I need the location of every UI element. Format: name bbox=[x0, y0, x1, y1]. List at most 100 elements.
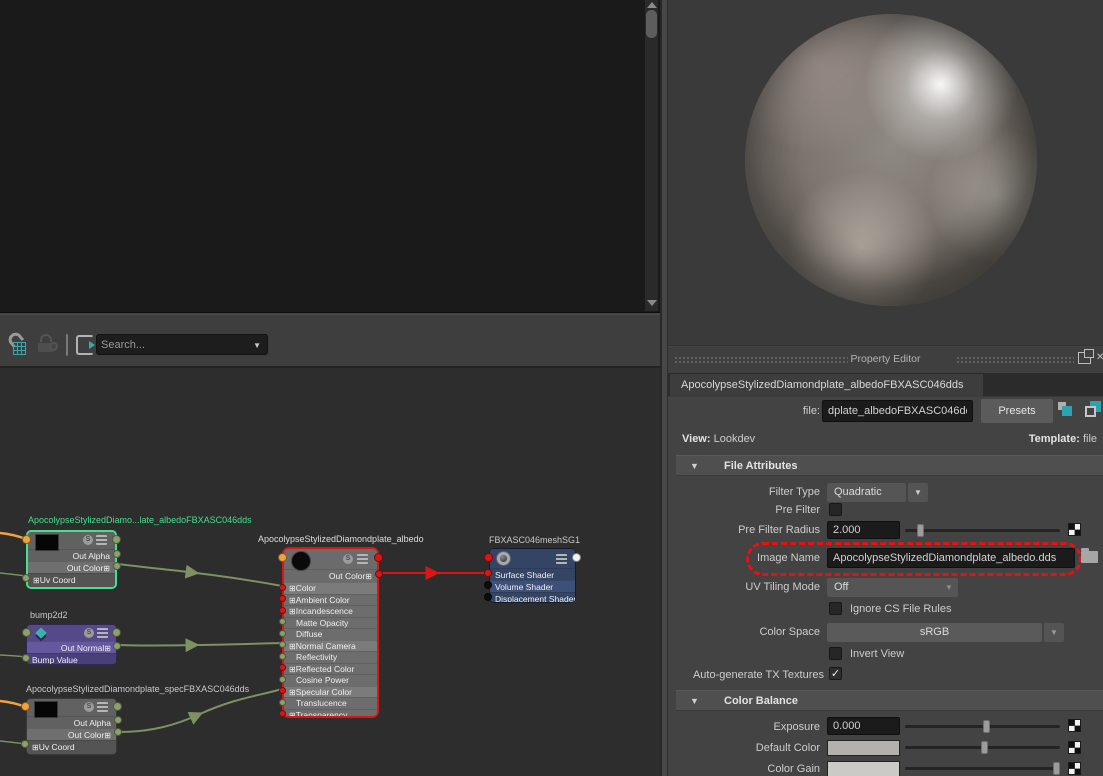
port-row-transparency[interactable]: ⊞Transparency bbox=[284, 709, 377, 717]
texture-map-icon[interactable] bbox=[1068, 762, 1081, 775]
port-dot[interactable] bbox=[572, 553, 581, 562]
port-dot[interactable] bbox=[22, 535, 31, 544]
port-dot[interactable] bbox=[279, 699, 286, 706]
close-icon[interactable]: ✕ bbox=[1096, 352, 1103, 363]
node-file-albedo[interactable]: S Out Alpha Out Color⊞ ⊞Uv Coord bbox=[26, 530, 117, 589]
port-dot[interactable] bbox=[279, 710, 286, 717]
image-name-field[interactable] bbox=[827, 548, 1075, 568]
port-dot[interactable] bbox=[113, 642, 121, 650]
node-file-spec[interactable]: S Out Alpha Out Color⊞ ⊞Uv Coord bbox=[26, 698, 117, 755]
port-dot[interactable] bbox=[22, 654, 30, 662]
port-dot[interactable] bbox=[114, 716, 122, 724]
port-dot[interactable] bbox=[21, 702, 30, 711]
presets-button[interactable]: Presets bbox=[981, 399, 1053, 423]
port-row-uv-coord[interactable]: ⊞Uv Coord bbox=[28, 573, 115, 587]
port-dot[interactable] bbox=[278, 553, 287, 562]
port-row-reflectivity[interactable]: Reflectivity bbox=[284, 651, 377, 663]
scroll-up-icon[interactable] bbox=[647, 2, 657, 8]
rearrange-graph-icon[interactable] bbox=[76, 335, 98, 357]
material-preview-view[interactable] bbox=[668, 0, 1103, 346]
port-dot[interactable] bbox=[279, 607, 286, 614]
port-dot[interactable] bbox=[279, 653, 286, 660]
color-gain-slider[interactable] bbox=[905, 767, 1060, 770]
port-dot[interactable] bbox=[113, 562, 121, 570]
port-dot[interactable] bbox=[279, 595, 286, 602]
port-row-reflected-color[interactable]: ⊞Reflected Color bbox=[284, 663, 377, 675]
viewport-scrollbar[interactable] bbox=[645, 0, 658, 311]
port-dot[interactable] bbox=[112, 535, 121, 544]
default-color-swatch[interactable] bbox=[827, 740, 900, 756]
search-field[interactable]: ▼ bbox=[96, 334, 268, 355]
port-dot[interactable] bbox=[22, 574, 30, 582]
node-shading-group[interactable]: Surface Shader Volume Shader Displacemen… bbox=[489, 548, 576, 603]
snap-to-grid-icon[interactable] bbox=[8, 335, 32, 359]
port-dot[interactable] bbox=[279, 618, 286, 625]
template-value[interactable]: file bbox=[1083, 433, 1097, 445]
node-bump2d2[interactable]: S Out Normal⊞ Bump Value bbox=[26, 624, 117, 665]
pre-filter-radius-field[interactable] bbox=[827, 521, 900, 539]
search-dropdown-icon[interactable]: ▼ bbox=[253, 341, 261, 350]
layered-squares-icon-large[interactable] bbox=[1085, 401, 1102, 418]
port-dot[interactable] bbox=[484, 569, 492, 577]
port-dot[interactable] bbox=[21, 740, 29, 748]
port-dot[interactable] bbox=[22, 628, 31, 637]
port-row-bump-value[interactable]: Bump Value bbox=[27, 653, 116, 664]
texture-map-icon[interactable] bbox=[1068, 523, 1081, 536]
filter-type-dropdown[interactable]: Quadratic bbox=[827, 483, 906, 502]
port-row-uv-coord[interactable]: ⊞Uv Coord bbox=[27, 740, 116, 754]
uv-tiling-dropdown[interactable]: Off bbox=[827, 578, 958, 597]
port-row-displacement-shader[interactable]: Displacement Shader bbox=[490, 592, 575, 602]
section-file-attributes[interactable]: ▼ File Attributes bbox=[676, 455, 1103, 476]
filter-type-arrow-icon[interactable]: ▼ bbox=[908, 483, 928, 502]
search-input[interactable] bbox=[101, 336, 239, 353]
node-name-field[interactable] bbox=[822, 400, 973, 422]
view-value[interactable]: Lookdev bbox=[714, 433, 756, 445]
uv-tiling-arrow-icon[interactable]: ▼ bbox=[940, 578, 958, 597]
port-row-incandescence[interactable]: ⊞Incandescence bbox=[284, 605, 377, 617]
layered-squares-icon-small[interactable] bbox=[1058, 402, 1074, 418]
port-dot[interactable] bbox=[112, 628, 121, 637]
node-editor-canvas[interactable]: ApocolypseStylizedDiamo...late_albedoFBX… bbox=[0, 366, 660, 776]
port-dot[interactable] bbox=[114, 728, 122, 736]
port-row-matte-opacity[interactable]: Matte Opacity bbox=[284, 617, 377, 629]
pre-filter-radius-slider[interactable] bbox=[905, 529, 1060, 532]
property-editor-titlebar[interactable]: Property Editor ✕ bbox=[668, 347, 1103, 373]
port-dot[interactable] bbox=[484, 553, 493, 562]
port-row-out-normal[interactable]: Out Normal⊞ bbox=[27, 641, 116, 653]
scrollbar-thumb[interactable] bbox=[646, 10, 657, 38]
port-row-color[interactable]: ⊞Color bbox=[284, 582, 377, 594]
port-row-specular-color[interactable]: ⊞Specular Color bbox=[284, 686, 377, 698]
port-row-cosine-power[interactable]: Cosine Power bbox=[284, 674, 377, 686]
invert-view-checkbox[interactable] bbox=[829, 647, 842, 660]
texture-map-icon[interactable] bbox=[1068, 719, 1081, 732]
port-dot[interactable] bbox=[279, 630, 286, 637]
port-dot[interactable] bbox=[375, 570, 383, 578]
panel-splitter[interactable] bbox=[660, 0, 668, 776]
port-dot[interactable] bbox=[374, 553, 383, 562]
port-row-ambient-color[interactable]: ⊞Ambient Color bbox=[284, 594, 377, 606]
float-panel-icon[interactable] bbox=[1078, 352, 1091, 364]
port-dot[interactable] bbox=[279, 664, 286, 671]
port-row-volume-shader[interactable]: Volume Shader bbox=[490, 580, 575, 592]
slider-thumb[interactable] bbox=[981, 741, 988, 754]
slider-thumb[interactable] bbox=[917, 524, 924, 537]
port-dot[interactable] bbox=[113, 702, 122, 711]
node-shader-albedo[interactable]: S Out Color⊞ ⊞Color ⊞Ambient Color ⊞Inca… bbox=[282, 547, 379, 718]
port-row-translucence[interactable]: Translucence bbox=[284, 697, 377, 709]
slider-thumb[interactable] bbox=[983, 720, 990, 733]
browser-viewport[interactable] bbox=[0, 0, 660, 313]
color-gain-swatch[interactable] bbox=[827, 761, 900, 776]
color-space-dropdown[interactable]: sRGB bbox=[827, 623, 1042, 642]
port-row-diffuse[interactable]: Diffuse bbox=[284, 628, 377, 640]
port-dot[interactable] bbox=[279, 584, 286, 591]
port-dot[interactable] bbox=[279, 641, 286, 648]
autogen-checkbox[interactable]: ✓ bbox=[829, 667, 842, 680]
ignore-cs-checkbox[interactable] bbox=[829, 602, 842, 615]
port-row-out-color[interactable]: Out Color⊞ bbox=[284, 569, 377, 582]
port-dot[interactable] bbox=[113, 550, 121, 558]
port-row-out-color[interactable]: Out Color⊞ bbox=[28, 561, 115, 573]
port-dot[interactable] bbox=[279, 687, 286, 694]
port-row-out-color[interactable]: Out Color⊞ bbox=[27, 728, 116, 740]
port-row-surface-shader[interactable]: Surface Shader bbox=[490, 568, 575, 580]
tab-file-node[interactable]: ApocolypseStylizedDiamondplate_albedoFBX… bbox=[670, 374, 983, 397]
